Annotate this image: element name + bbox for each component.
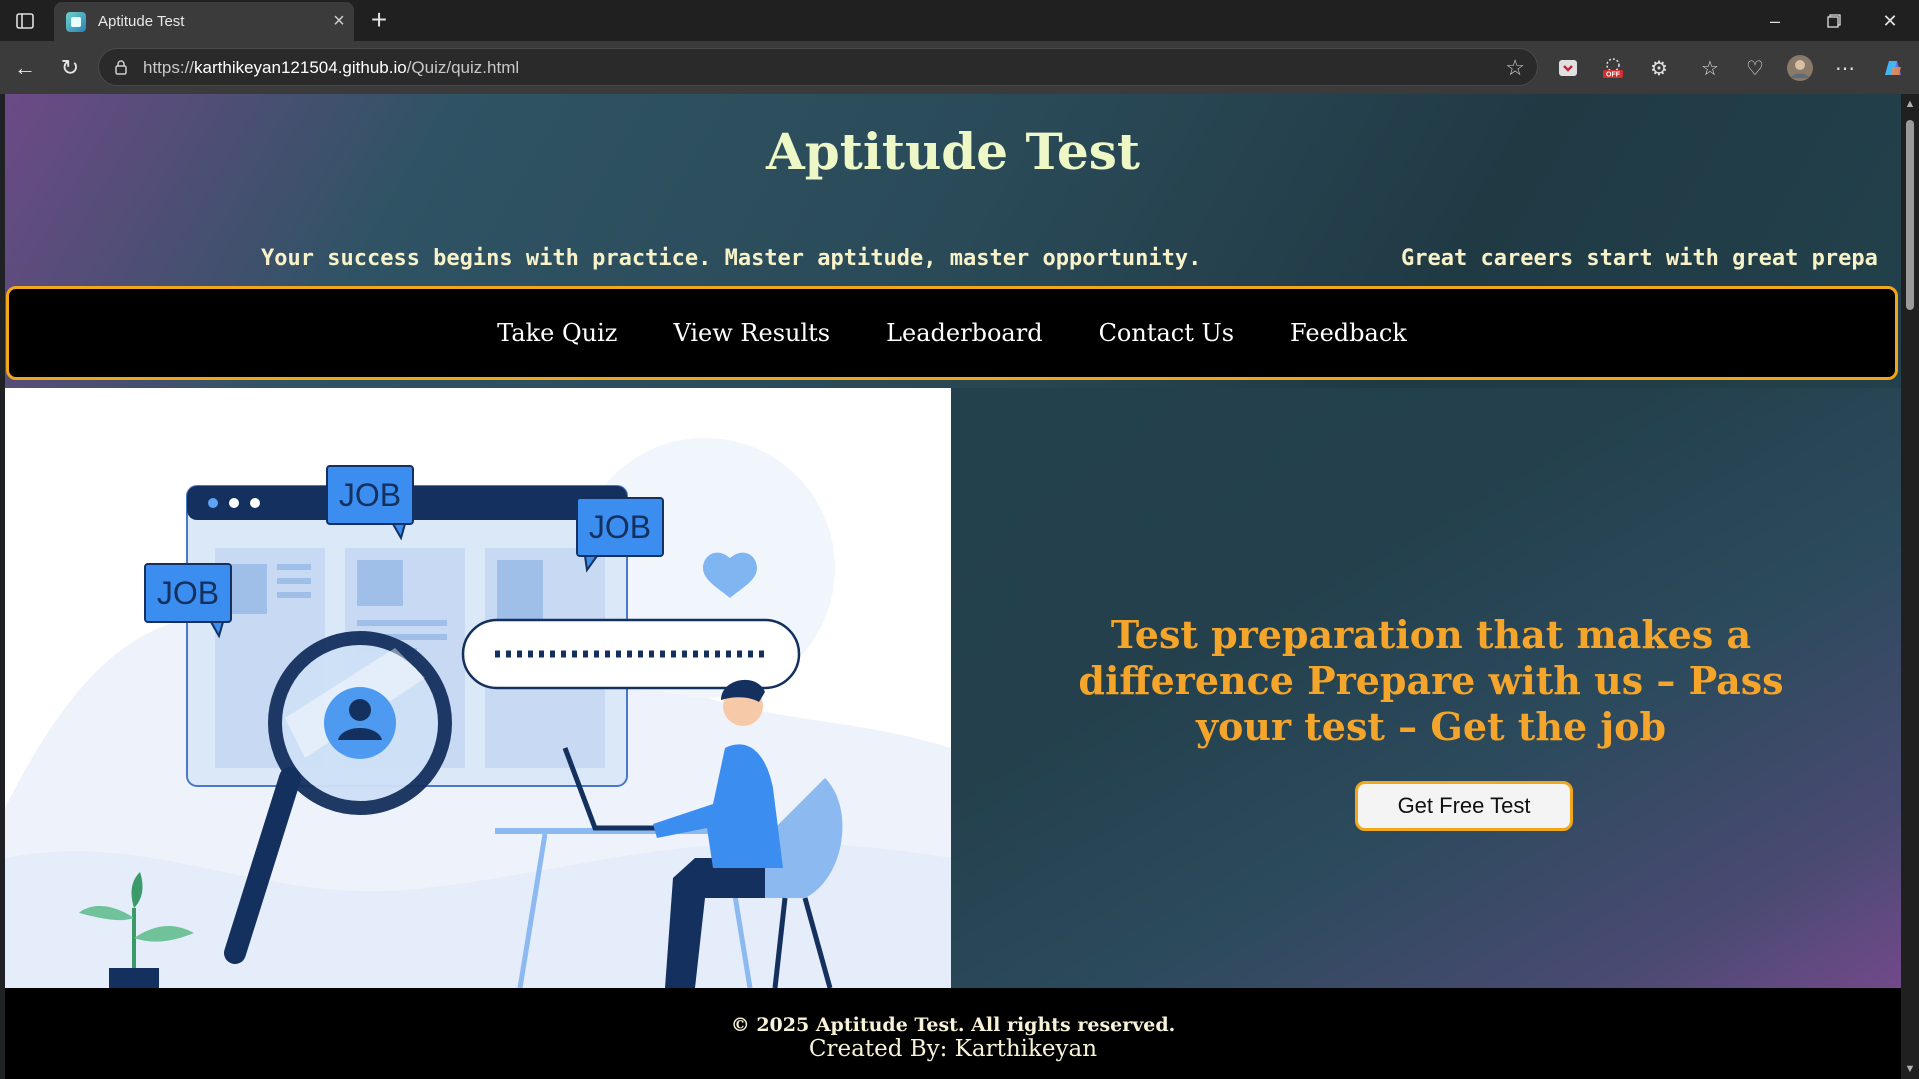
favorites-icon[interactable]: ☆ bbox=[1696, 54, 1724, 82]
footer: © 2025 Aptitude Test. All rights reserve… bbox=[5, 988, 1901, 1079]
job-search-illustration: JOB JOB JOB bbox=[5, 388, 951, 988]
browser-tab-active[interactable]: Aptitude Test × bbox=[54, 2, 354, 41]
web-page: Aptitude Test Your success begins with p… bbox=[5, 94, 1901, 1079]
pocket-extension-icon[interactable] bbox=[1554, 54, 1582, 82]
coupon-extension-icon[interactable]: OFF bbox=[1599, 54, 1627, 82]
extensions-puzzle-icon[interactable]: ⚙ bbox=[1645, 54, 1673, 82]
url-input[interactable]: https://karthikeyan121504.github.io/Quiz… bbox=[98, 48, 1538, 86]
close-window-icon[interactable]: ✕ bbox=[1868, 6, 1912, 36]
marquee-text-2: Great careers start with great prepa bbox=[1401, 246, 1878, 271]
password-field-graphic bbox=[461, 618, 801, 690]
promo-headline: Test preparation that makes a difference… bbox=[1078, 612, 1784, 749]
sidebar-toggle-icon[interactable] bbox=[10, 8, 40, 34]
get-free-test-button[interactable]: Get Free Test bbox=[1355, 781, 1573, 831]
copyright-text: © 2025 Aptitude Test. All rights reserve… bbox=[730, 1014, 1176, 1036]
url-text: https://karthikeyan121504.github.io/Quiz… bbox=[143, 58, 520, 77]
svg-text:JOB: JOB bbox=[157, 575, 219, 611]
minimize-icon[interactable]: – bbox=[1753, 6, 1797, 36]
created-by-text: Created By: Karthikeyan bbox=[808, 1036, 1098, 1062]
svg-text:OFF: OFF bbox=[1606, 72, 1621, 79]
site-favicon-icon bbox=[66, 11, 86, 32]
favorite-star-icon[interactable]: ☆ bbox=[1505, 55, 1525, 81]
profile-avatar[interactable] bbox=[1786, 54, 1814, 82]
nav-feedback[interactable]: Feedback bbox=[1290, 319, 1407, 347]
nav-take-quiz[interactable]: Take Quiz bbox=[497, 319, 617, 347]
page-scrollbar[interactable]: ▲ ▼ bbox=[1901, 94, 1919, 1079]
browser-tab-bar: Aptitude Test × + – ✕ bbox=[0, 0, 1919, 41]
promo-section: Test preparation that makes a difference… bbox=[951, 388, 1901, 988]
tab-close-icon[interactable]: × bbox=[324, 10, 354, 33]
reload-icon[interactable]: ↻ bbox=[55, 53, 85, 83]
copilot-icon[interactable] bbox=[1879, 54, 1907, 82]
main-nav: Take Quiz View Results Leaderboard Conta… bbox=[6, 286, 1898, 380]
marquee-text-1: Your success begins with practice. Maste… bbox=[261, 246, 1202, 271]
back-icon[interactable]: ← bbox=[10, 53, 40, 83]
nav-view-results[interactable]: View Results bbox=[673, 319, 830, 347]
nav-contact-us[interactable]: Contact Us bbox=[1099, 319, 1234, 347]
nav-leaderboard[interactable]: Leaderboard bbox=[886, 319, 1042, 347]
lock-icon[interactable] bbox=[113, 59, 129, 75]
scroll-down-arrow-icon[interactable]: ▼ bbox=[1904, 1063, 1916, 1075]
restore-icon[interactable] bbox=[1812, 6, 1856, 36]
tab-title: Aptitude Test bbox=[98, 13, 185, 30]
scrolling-marquee: Your success begins with practice. Maste… bbox=[5, 242, 1901, 276]
svg-text:JOB: JOB bbox=[339, 477, 401, 513]
new-tab-button[interactable]: + bbox=[364, 6, 394, 36]
address-bar-row: ← ↻ https://karthikeyan121504.github.io/… bbox=[0, 41, 1919, 94]
page-title: Aptitude Test bbox=[766, 122, 1140, 181]
scrollbar-thumb[interactable] bbox=[1906, 120, 1914, 310]
more-menu-icon[interactable]: ⋯ bbox=[1831, 54, 1859, 82]
svg-text:JOB: JOB bbox=[589, 509, 651, 545]
health-heart-icon[interactable]: ♡ bbox=[1741, 54, 1769, 82]
scroll-up-arrow-icon[interactable]: ▲ bbox=[1904, 98, 1916, 110]
